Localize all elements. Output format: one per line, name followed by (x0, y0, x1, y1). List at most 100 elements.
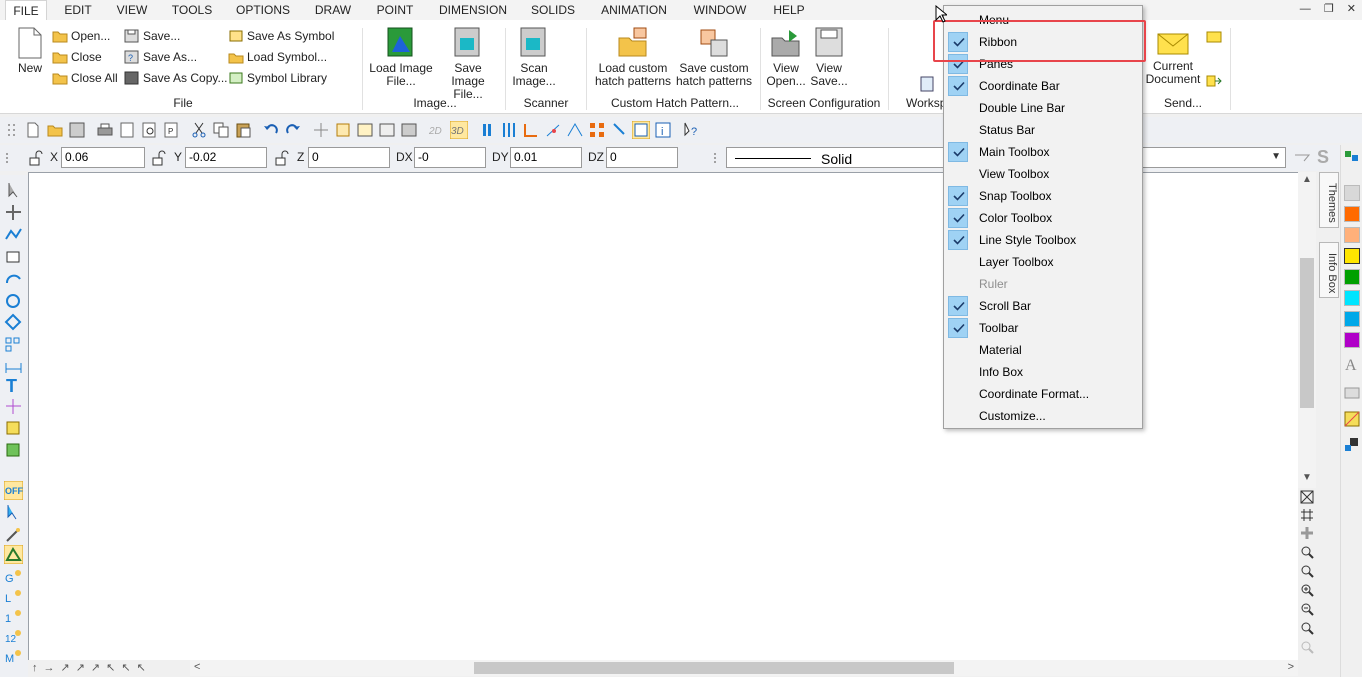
menu-item-double-line-bar[interactable]: Double Line Bar (946, 97, 1140, 119)
zoom-all-icon[interactable] (1300, 564, 1314, 578)
scroll-up-icon[interactable]: ▲ (1302, 174, 1312, 185)
zoom-out-icon[interactable] (1300, 602, 1314, 616)
circle-icon[interactable] (4, 291, 23, 310)
move-icon[interactable] (4, 203, 23, 222)
save-as-button[interactable]: ? Save As... (124, 47, 197, 67)
lock-open-icon[interactable] (28, 150, 44, 166)
horizontal-scroll-thumb[interactable] (474, 662, 954, 674)
array-icon[interactable] (4, 335, 23, 354)
snap-pointer-icon[interactable] (4, 503, 23, 522)
color-swatch-green[interactable] (1344, 269, 1360, 285)
send-mail-icon[interactable] (1206, 30, 1222, 44)
region-icon[interactable] (4, 441, 23, 460)
save-as-copy-button[interactable]: Save As Copy... (124, 68, 228, 88)
new-icon[interactable] (24, 121, 42, 139)
save-image-file-button[interactable]: Save Image File... (436, 26, 500, 101)
menu-animation[interactable]: ANIMATION (596, 0, 672, 20)
group-select-icon[interactable] (588, 121, 606, 139)
y-coordinate-input[interactable]: -0.02 (185, 147, 267, 168)
view-window-3-icon[interactable] (400, 121, 418, 139)
snap-local-icon[interactable]: L (4, 587, 23, 606)
workspace-icon[interactable] (920, 76, 934, 92)
fill-pattern-icon[interactable] (1344, 411, 1360, 427)
polyline-icon[interactable] (4, 225, 23, 244)
point-icon[interactable] (4, 397, 23, 416)
print-setup-icon[interactable] (118, 121, 136, 139)
close-button[interactable]: Close (52, 47, 102, 67)
layer-manager-icon[interactable] (1344, 437, 1360, 453)
pan-icon[interactable] (1300, 526, 1314, 540)
menu-file[interactable]: FILE (5, 0, 47, 20)
horizontal-scrollbar[interactable]: < > (190, 660, 1298, 676)
snap-one-icon[interactable]: 1 (4, 607, 23, 626)
pointer-icon[interactable] (610, 121, 628, 139)
select-tool-icon[interactable] (334, 121, 352, 139)
z-coordinate-input[interactable]: 0 (308, 147, 390, 168)
menu-view[interactable]: VIEW (112, 0, 152, 20)
restore-icon[interactable]: ❐ (1324, 3, 1334, 15)
menu-point[interactable]: POINT (372, 0, 418, 20)
text-style-icon[interactable]: A (1345, 357, 1357, 375)
load-custom-hatch-button[interactable]: Load custom hatch patterns (592, 26, 674, 88)
minimize-icon[interactable]: — (1300, 3, 1311, 15)
menu-edit[interactable]: EDIT (58, 0, 98, 20)
save-icon[interactable] (68, 121, 86, 139)
dz-input[interactable]: 0 (606, 147, 678, 168)
cut-icon[interactable] (190, 121, 208, 139)
zoom-previous-icon[interactable] (1300, 621, 1314, 635)
menu-item-coordinate-format[interactable]: Coordinate Format... (946, 383, 1140, 405)
line-tool-icon[interactable] (1294, 151, 1310, 165)
menu-draw[interactable]: DRAW (310, 0, 356, 20)
load-image-file-button[interactable]: Load Image File... (368, 26, 434, 88)
menu-item-layer-toolbox[interactable]: Layer Toolbox (946, 251, 1140, 273)
redo-icon[interactable] (284, 121, 302, 139)
menu-item-scroll-bar[interactable]: Scroll Bar (946, 295, 1140, 317)
scan-image-button[interactable]: Scan Image... (510, 26, 558, 88)
color-swatch-purple[interactable] (1344, 332, 1360, 348)
symbol-library-button[interactable]: Symbol Library (228, 68, 327, 88)
color-swatch-gray[interactable] (1344, 185, 1360, 201)
zoom-in-icon[interactable] (1300, 583, 1314, 597)
layer-tool-icon[interactable] (1344, 149, 1360, 163)
x-coordinate-input[interactable]: 0.06 (61, 147, 145, 168)
current-document-button[interactable]: Current Document (1140, 32, 1206, 86)
menu-item-line-style-toolbox[interactable]: Line Style Toolbox (946, 229, 1140, 251)
menu-item-status-bar[interactable]: Status Bar (946, 119, 1140, 141)
menu-options[interactable]: OPTIONS (232, 0, 294, 20)
angle-snap-icon[interactable] (544, 121, 562, 139)
rectangle-icon[interactable] (4, 247, 23, 266)
zoom-disabled-icon[interactable] (1300, 640, 1314, 654)
view-open-button[interactable]: View Open... (764, 26, 808, 88)
open-button[interactable]: Open... (52, 26, 110, 46)
paste-icon[interactable] (234, 121, 252, 139)
polygon-icon[interactable] (4, 313, 23, 332)
new-button[interactable]: New (8, 26, 52, 75)
color-swatch-yellow[interactable] (1344, 248, 1360, 264)
info-icon[interactable]: i (654, 121, 672, 139)
vertical-scroll-thumb[interactable] (1300, 258, 1314, 408)
snap-magic-icon[interactable] (4, 525, 23, 544)
menu-item-snap-toolbox[interactable]: Snap Toolbox (946, 185, 1140, 207)
save-button[interactable]: Save... (124, 26, 180, 46)
dimension-icon[interactable] (4, 357, 23, 376)
scroll-left-icon[interactable]: < (194, 661, 200, 673)
view-3d-icon[interactable]: 3D (450, 121, 468, 139)
undo-icon[interactable] (262, 121, 280, 139)
menu-item-info-box[interactable]: Info Box (946, 361, 1140, 383)
style-s-icon[interactable]: S (1317, 147, 1329, 168)
menu-item-color-toolbox[interactable]: Color Toolbox (946, 207, 1140, 229)
zoom-extents-icon[interactable] (1300, 490, 1314, 504)
menu-item-main-toolbox[interactable]: Main Toolbox (946, 141, 1140, 163)
lock-open-icon[interactable] (151, 150, 167, 166)
load-symbol-button[interactable]: Load Symbol... (228, 47, 327, 67)
properties-window-icon[interactable] (632, 121, 650, 139)
menu-tools[interactable]: TOOLS (168, 0, 216, 20)
vertical-scrollbar[interactable]: ▲ ▼ (1298, 172, 1316, 488)
zoom-window-icon[interactable] (1300, 545, 1314, 559)
close-icon[interactable]: ✕ (1347, 3, 1356, 15)
menu-dimension[interactable]: DIMENSION (436, 0, 510, 20)
menu-item-customize[interactable]: Customize... (946, 405, 1140, 427)
print-icon[interactable] (96, 121, 114, 139)
menu-help[interactable]: HELP (768, 0, 810, 20)
dy-input[interactable]: 0.01 (510, 147, 582, 168)
